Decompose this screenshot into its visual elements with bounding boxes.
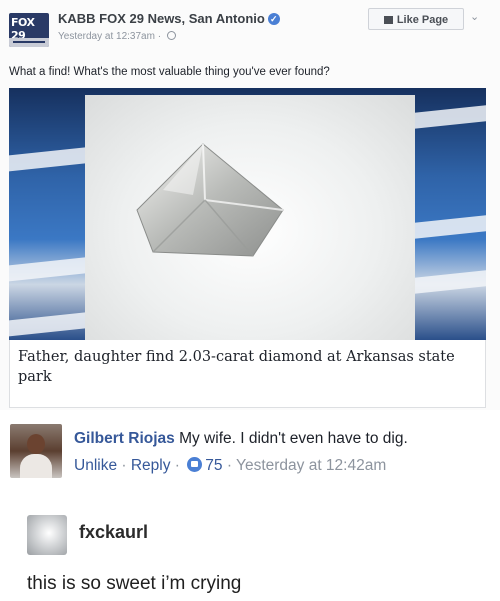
separator: · bbox=[117, 457, 131, 474]
link-title: Father, daughter find 2.03-carat diamond… bbox=[18, 349, 455, 385]
post-text: What a find! What's the most valuable th… bbox=[9, 66, 330, 78]
unlike-link[interactable]: Unlike bbox=[74, 457, 117, 474]
separator: · bbox=[170, 457, 185, 474]
like-page-button[interactable]: Like Page bbox=[368, 8, 464, 30]
like-count[interactable]: 75 bbox=[205, 457, 222, 474]
page-name-link[interactable]: KABB FOX 29 News, San Antonio ✓ bbox=[58, 11, 280, 26]
comment-actions: Unlike · Reply · 75 · Yesterday at 12:42… bbox=[74, 457, 386, 475]
like-page-label: Like Page bbox=[396, 14, 449, 26]
commenter-name[interactable]: Gilbert Riojas bbox=[74, 430, 175, 447]
comment-text: My wife. I didn't even have to dig. bbox=[174, 430, 408, 447]
link-preview-caption[interactable]: Father, daughter find 2.03-carat diamond… bbox=[9, 340, 486, 408]
fox29-logo[interactable]: FOX 29 bbox=[9, 13, 49, 47]
separator: · bbox=[222, 457, 237, 474]
tumblr-post-text: this is so sweet i’m crying bbox=[27, 573, 242, 594]
reply-link[interactable]: Reply bbox=[131, 457, 171, 474]
link-preview-image[interactable] bbox=[9, 88, 486, 340]
page-name: KABB FOX 29 News, San Antonio bbox=[58, 11, 265, 26]
thumbs-up-icon bbox=[187, 457, 203, 472]
chevron-down-icon[interactable]: ⌄ bbox=[470, 10, 479, 23]
commenter-avatar[interactable] bbox=[10, 424, 62, 478]
verified-badge-icon: ✓ bbox=[267, 13, 280, 25]
diamond-icon bbox=[136, 143, 284, 257]
globe-icon bbox=[166, 31, 176, 40]
comment: Gilbert Riojas My wife. I didn't even ha… bbox=[74, 430, 408, 448]
post-meta: Yesterday at 12:37am · bbox=[58, 31, 176, 42]
comment-timestamp[interactable]: Yesterday at 12:42am bbox=[236, 457, 386, 474]
facebook-post-card: FOX 29 KABB FOX 29 News, San Antonio ✓ Ye… bbox=[0, 0, 500, 410]
tumblr-avatar[interactable] bbox=[27, 515, 67, 555]
thumbs-up-icon bbox=[383, 16, 393, 24]
post-timestamp[interactable]: Yesterday at 12:37am · bbox=[58, 31, 164, 42]
diamond-photo bbox=[85, 95, 415, 340]
tumblr-username[interactable]: fxckaurl bbox=[79, 522, 148, 543]
